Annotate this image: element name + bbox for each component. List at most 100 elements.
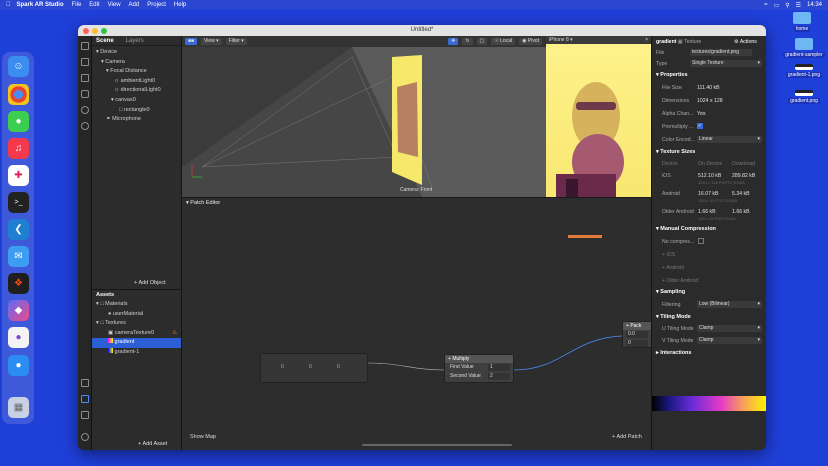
minimize-button[interactable]: [92, 28, 98, 34]
horizontal-scrollbar[interactable]: [362, 444, 512, 446]
layout-icon[interactable]: [81, 42, 89, 50]
tree-item-microphone[interactable]: ⚭ Microphone: [92, 115, 181, 125]
search-icon[interactable]: [81, 122, 89, 130]
asset-gradient[interactable]: gradient: [92, 338, 181, 348]
tree-item-device[interactable]: ▾ Device: [92, 48, 181, 58]
color-encoding-dropdown[interactable]: Linear ▾: [697, 136, 762, 143]
chrome-icon[interactable]: [8, 84, 29, 105]
sampling-section[interactable]: ▾ Sampling: [656, 289, 685, 295]
tree-item-focal-distance[interactable]: ▾ Focal Distance: [92, 67, 181, 77]
local-button[interactable]: ☉ Local: [491, 38, 516, 45]
pack-patch-node[interactable]: + Pack 0.0 0: [622, 321, 654, 348]
second-value-input[interactable]: 2: [488, 373, 510, 380]
paint-icon[interactable]: ●: [8, 327, 29, 348]
tree-item-canvas[interactable]: ▾ canvas0: [92, 96, 181, 106]
tab-scene[interactable]: Scene: [96, 38, 114, 44]
spark-ar-icon[interactable]: ◆: [8, 300, 29, 321]
apple-icon[interactable]: : [6, 2, 11, 8]
file-field[interactable]: textures/gradient.png: [690, 49, 752, 56]
finder-icon[interactable]: ☺: [8, 56, 29, 77]
share-icon[interactable]: [81, 395, 89, 403]
asset-camera-texture[interactable]: ▣ cameraTexture0 ⚠: [92, 329, 181, 339]
premultiply-checkbox[interactable]: ✓: [697, 123, 703, 129]
clock[interactable]: 14:34: [807, 2, 822, 8]
tree-item-camera[interactable]: ▾ Camera: [92, 58, 181, 68]
move-tool-icon[interactable]: ✥: [448, 38, 459, 45]
v-tiling-dropdown[interactable]: Clamp ▾: [697, 337, 762, 344]
menu-project[interactable]: Project: [147, 2, 166, 8]
vector-value-z[interactable]: 0: [337, 364, 340, 370]
music-icon[interactable]: ♫: [8, 138, 29, 159]
mc-row-android[interactable]: + Android: [662, 265, 684, 271]
asset-gradient-1[interactable]: gradient-1: [92, 347, 181, 358]
desktop-icon-gradient-sampler[interactable]: gradient-sampler: [782, 38, 826, 58]
trash-icon[interactable]: ▦: [8, 397, 29, 418]
view-dropdown[interactable]: View ▾: [201, 38, 222, 45]
vector-value-y[interactable]: 0: [309, 364, 312, 370]
u-tiling-dropdown[interactable]: Clamp ▾: [697, 325, 762, 332]
control-center-icon[interactable]: ☰: [796, 2, 801, 9]
texture-sizes-section[interactable]: ▾ Texture Sizes: [656, 149, 695, 155]
wifi-icon[interactable]: ≈: [764, 2, 767, 8]
properties-section[interactable]: ▾ Properties: [656, 72, 688, 78]
mc-row-ios[interactable]: + iOS: [662, 252, 675, 258]
terminal-icon[interactable]: >_: [8, 192, 29, 213]
zoom-button[interactable]: [101, 28, 107, 34]
add-patch-button[interactable]: + Add Patch: [612, 434, 642, 440]
asset-folder-materials[interactable]: ▾ □ Materials: [92, 300, 181, 310]
tiling-mode-section[interactable]: ▾ Tiling Mode: [656, 314, 691, 320]
search-icon[interactable]: ⚲: [785, 2, 789, 9]
vector-value-x[interactable]: 0: [281, 364, 284, 370]
battery-icon[interactable]: ▭: [774, 2, 780, 9]
mc-row-older-android[interactable]: + Older Android: [662, 278, 698, 284]
tab-layers[interactable]: Layers: [126, 38, 144, 44]
first-value-input[interactable]: 1: [488, 364, 510, 371]
scale-tool-icon[interactable]: ▢: [476, 38, 488, 45]
no-compression-checkbox[interactable]: [698, 238, 704, 244]
export-icon[interactable]: [81, 411, 89, 419]
desktop-icon-home[interactable]: home: [780, 12, 824, 32]
filtering-dropdown[interactable]: Low (Bilinear) ▾: [697, 301, 762, 308]
asset-folder-textures[interactable]: ▾ □ Textures: [92, 319, 181, 329]
device-icon[interactable]: [81, 90, 89, 98]
menu-view[interactable]: View: [108, 2, 121, 8]
slack-icon[interactable]: ✚: [8, 165, 29, 186]
manual-compression-section[interactable]: ▾ Manual Compression: [656, 226, 716, 232]
interactions-section[interactable]: ▸ Interactions: [656, 350, 691, 356]
rotate-tool-icon[interactable]: ↻: [462, 38, 473, 45]
show-map-button[interactable]: Show Map: [190, 434, 216, 440]
collapse-icon[interactable]: ▾: [186, 200, 189, 206]
desktop-icon-gradient-1[interactable]: gradient-1.png: [782, 64, 826, 78]
multiply-patch-node[interactable]: + Multiply First Value 1 Second Value 2: [444, 354, 514, 383]
type-dropdown[interactable]: Single Texture ▾: [690, 60, 762, 67]
actions-button[interactable]: ⚙ Actions: [734, 39, 757, 45]
pivot-button[interactable]: ◉ Pivot: [519, 38, 542, 45]
close-button[interactable]: [83, 28, 89, 34]
menu-add[interactable]: Add: [129, 2, 140, 8]
add-object-button[interactable]: + Add Object: [134, 280, 166, 286]
asset-user-material[interactable]: ● userMaterial: [92, 310, 181, 320]
layout-toggle-icon[interactable]: ■■: [185, 38, 198, 45]
tree-item-ambient-light[interactable]: ☼ ambientLight0: [92, 77, 181, 87]
pack-value-1[interactable]: 0.0: [626, 331, 648, 338]
scene-viewport[interactable]: ■■ View ▾ Filter ▾ ✥ ↻ ▢ ☉ Local ◉ Pivot…: [182, 36, 546, 197]
menu-help[interactable]: Help: [174, 2, 186, 8]
close-icon[interactable]: ×: [645, 36, 648, 44]
figma-icon[interactable]: ❖: [8, 273, 29, 294]
vector-patch-node[interactable]: 0 0 0: [260, 353, 368, 383]
help-icon[interactable]: [81, 433, 89, 441]
vscode-icon[interactable]: ❮: [8, 219, 29, 240]
menu-edit[interactable]: Edit: [89, 2, 99, 8]
patch-editor[interactable]: ▾ Patch Editor 0 0 0 + Multiply First Va…: [182, 197, 654, 450]
messages-icon[interactable]: ●: [8, 111, 29, 132]
tweetbot-icon[interactable]: ●: [8, 355, 29, 376]
tree-item-rectangle[interactable]: □ rectangle0: [92, 106, 181, 116]
camera-icon[interactable]: [81, 379, 89, 387]
patch-scrubber[interactable]: [568, 235, 602, 238]
refresh-icon[interactable]: [81, 106, 89, 114]
picture-icon[interactable]: [81, 74, 89, 82]
mail-icon[interactable]: ✉: [8, 246, 29, 267]
tree-item-directional-light[interactable]: ☼ directionalLight0: [92, 86, 181, 96]
device-selector[interactable]: iPhone 8 ▾ ×: [546, 36, 651, 44]
app-name-menu[interactable]: Spark AR Studio: [17, 2, 64, 8]
